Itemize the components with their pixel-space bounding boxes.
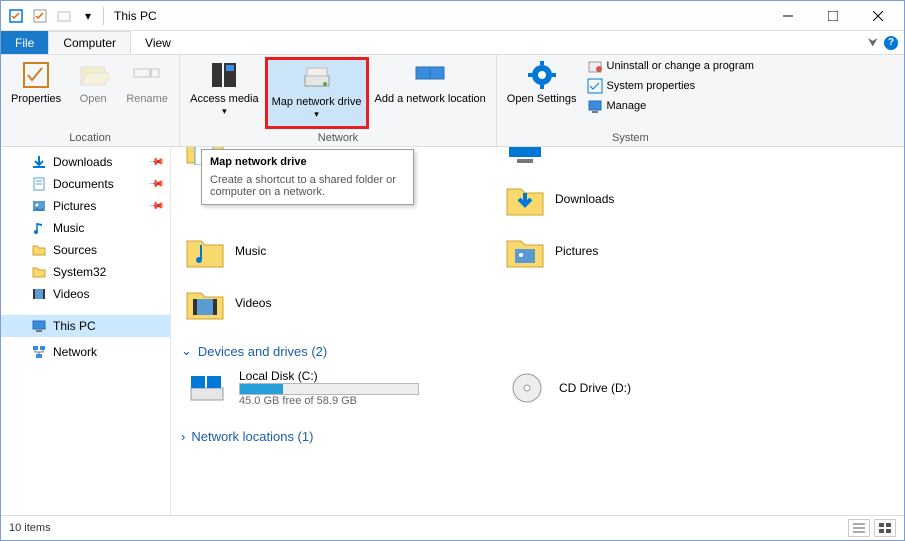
system-properties-icon	[587, 78, 603, 94]
properties-icon	[20, 59, 52, 91]
add-network-location-button[interactable]: Add a network location	[371, 57, 490, 129]
downloads-icon	[31, 154, 47, 170]
drive-cd-d[interactable]: CD Drive (D:)	[501, 365, 761, 411]
qat: ▾	[5, 5, 99, 27]
gear-icon	[526, 59, 558, 91]
close-button[interactable]	[855, 2, 900, 30]
chevron-down-icon: ⌄	[181, 343, 192, 359]
chevron-down-icon: ▾	[222, 106, 227, 116]
manage-button[interactable]: Manage	[583, 97, 758, 115]
tooltip-body: Create a shortcut to a shared folder or …	[210, 174, 405, 198]
chevron-right-icon: ›	[181, 429, 185, 444]
nav-downloads[interactable]: Downloads📌	[1, 151, 170, 173]
ribbon: Properties Open Rename Location Access m…	[1, 55, 904, 147]
status-item-count: 10 items	[9, 522, 51, 534]
window-title: This PC	[114, 9, 157, 23]
videos-folder-icon	[185, 285, 225, 321]
rename-icon	[131, 59, 163, 91]
access-media-button[interactable]: Access media ▾	[186, 57, 262, 129]
folder-videos[interactable]: Videos	[181, 281, 441, 325]
group-devices-drives[interactable]: ⌄ Devices and drives (2)	[181, 333, 894, 365]
open-settings-button[interactable]: Open Settings	[503, 57, 581, 129]
open-icon	[77, 59, 109, 91]
map-network-drive-button[interactable]: Map network drive ▾	[265, 57, 369, 129]
folder-icon	[31, 242, 47, 258]
downloads-folder-icon	[505, 181, 545, 217]
nav-system32[interactable]: System32	[1, 261, 170, 283]
tooltip-map-network-drive: Map network drive Create a shortcut to a…	[201, 149, 414, 205]
status-bar: 10 items	[1, 515, 904, 539]
tab-computer[interactable]: Computer	[48, 31, 131, 54]
title-separator	[103, 7, 104, 25]
folder-item[interactable]	[501, 147, 761, 169]
nav-pane: Downloads📌 Documents📌 Pictures📌 Music So…	[1, 147, 171, 515]
folder-downloads[interactable]: Downloads	[501, 177, 761, 221]
qat-newfolder-icon[interactable]	[53, 5, 75, 27]
qat-properties-icon[interactable]	[5, 5, 27, 27]
tab-view[interactable]: View	[131, 31, 185, 54]
music-folder-icon	[185, 233, 225, 269]
main: Downloads📌 Documents📌 Pictures📌 Music So…	[1, 147, 904, 515]
folder-icon	[31, 264, 47, 280]
drive-local-c[interactable]: Local Disk (C:) 45.0 GB free of 58.9 GB	[181, 365, 441, 411]
manage-icon	[587, 98, 603, 114]
title-bar: ▾ This PC	[1, 1, 904, 31]
nav-sources[interactable]: Sources	[1, 239, 170, 261]
minimize-ribbon-icon[interactable]: ⮟	[868, 35, 878, 50]
pin-icon: 📌	[147, 154, 164, 171]
group-network-locations[interactable]: › Network locations (1)	[181, 419, 894, 450]
uninstall-program-button[interactable]: Uninstall or change a program	[583, 57, 758, 75]
view-largeicons-button[interactable]	[874, 519, 896, 537]
minimize-button[interactable]	[765, 2, 810, 30]
nav-documents[interactable]: Documents📌	[1, 173, 170, 195]
cd-icon	[507, 370, 547, 406]
properties-button[interactable]: Properties	[7, 57, 65, 129]
view-details-button[interactable]	[848, 519, 870, 537]
window-controls	[765, 2, 900, 30]
network-icon	[31, 344, 47, 360]
pin-icon: 📌	[147, 198, 164, 215]
nav-pictures[interactable]: Pictures📌	[1, 195, 170, 217]
pictures-icon	[31, 198, 47, 214]
network-drive-icon	[301, 62, 333, 94]
ribbon-group-network: Access media ▾ Map network drive ▾ Add a…	[180, 55, 497, 146]
rename-button[interactable]: Rename	[121, 57, 173, 129]
maximize-button[interactable]	[810, 2, 855, 30]
videos-icon	[31, 286, 47, 302]
drive-usage-bar	[239, 383, 419, 395]
drive-icon	[187, 370, 227, 406]
tooltip-title: Map network drive	[210, 156, 405, 168]
ribbon-group-system: Open Settings Uninstall or change a prog…	[497, 55, 764, 146]
nav-music[interactable]: Music	[1, 217, 170, 239]
nav-videos[interactable]: Videos	[1, 283, 170, 305]
folder-music[interactable]: Music	[181, 229, 441, 273]
qat-check-icon[interactable]	[29, 5, 51, 27]
documents-icon	[31, 176, 47, 192]
folder-pictures[interactable]: Pictures	[501, 229, 761, 273]
tab-file[interactable]: File	[1, 31, 48, 54]
ribbon-tabs: File Computer View ⮟ ?	[1, 31, 904, 55]
qat-dropdown-icon[interactable]: ▾	[77, 5, 99, 27]
desktop-folder-icon	[505, 147, 545, 165]
system-properties-button[interactable]: System properties	[583, 77, 758, 95]
nav-this-pc[interactable]: This PC	[1, 315, 170, 337]
pin-icon: 📌	[147, 176, 164, 193]
pictures-folder-icon	[505, 233, 545, 269]
media-server-icon	[208, 59, 240, 91]
help-icon[interactable]: ?	[884, 36, 898, 50]
ribbon-group-location: Properties Open Rename Location	[1, 55, 180, 146]
this-pc-icon	[31, 318, 47, 334]
chevron-down-icon: ▾	[314, 109, 319, 119]
open-button[interactable]: Open	[67, 57, 119, 129]
network-location-icon	[414, 59, 446, 91]
uninstall-icon	[587, 58, 603, 74]
music-icon	[31, 220, 47, 236]
nav-network[interactable]: Network	[1, 341, 170, 363]
